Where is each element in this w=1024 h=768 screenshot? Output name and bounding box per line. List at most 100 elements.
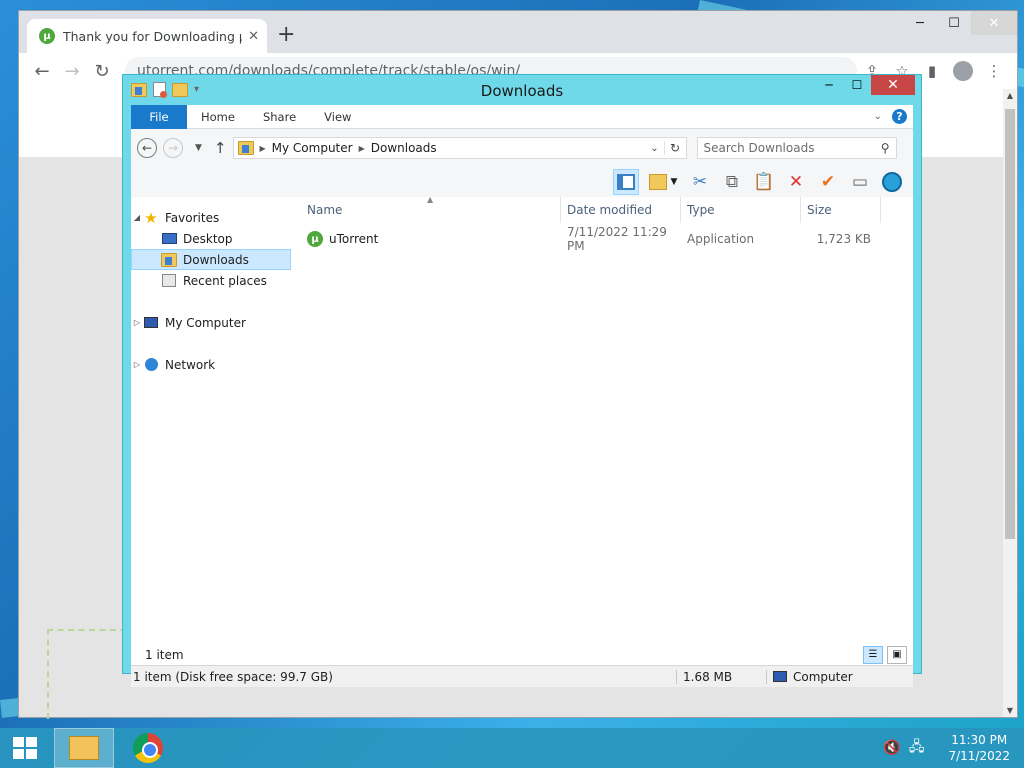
- nav-item-downloads[interactable]: Downloads: [131, 249, 291, 270]
- scroll-up-icon[interactable]: ▲: [1003, 91, 1017, 100]
- forward-arrow-icon[interactable]: →: [57, 61, 87, 82]
- file-type: Application: [687, 232, 755, 246]
- checkmark-icon[interactable]: ✔: [815, 169, 841, 195]
- breadcrumb-separator-icon[interactable]: ▶: [260, 144, 266, 153]
- column-headers: ▲ Name Date modified Type Size: [301, 195, 913, 223]
- nav-item-favorites[interactable]: ◢ ★ Favorites: [131, 207, 291, 228]
- file-row[interactable]: µ uTorrent 7/11/2022 11:29 PM Applicatio…: [301, 225, 913, 253]
- breadcrumb-separator-icon[interactable]: ▶: [359, 144, 365, 153]
- maximize-icon[interactable]: ☐: [937, 11, 971, 35]
- nav-item-recent-places[interactable]: Recent places: [131, 270, 291, 291]
- nav-label: Desktop: [183, 231, 233, 246]
- details-view-icon[interactable]: ☰: [863, 645, 883, 664]
- scrollbar-thumb[interactable]: [1005, 109, 1015, 539]
- file-size: 1,723 KB: [816, 232, 871, 246]
- back-arrow-icon[interactable]: ←: [27, 61, 57, 82]
- column-header-date[interactable]: Date modified: [561, 197, 681, 223]
- taskbar-chrome[interactable]: [118, 728, 178, 768]
- nav-item-my-computer[interactable]: ▷ My Computer: [131, 312, 291, 333]
- maximize-icon[interactable]: ☐: [843, 75, 871, 95]
- browser-tab[interactable]: µ Thank you for Downloading µTor ✕: [27, 19, 267, 53]
- menu-kebab-icon[interactable]: ⋮: [979, 62, 1009, 80]
- network-status-icon[interactable]: 🖧: [909, 736, 925, 760]
- file-explorer-icon: [69, 736, 99, 760]
- forward-icon[interactable]: →: [163, 138, 183, 158]
- column-header-size[interactable]: Size: [801, 197, 881, 223]
- breadcrumb-my-computer[interactable]: My Computer: [272, 141, 353, 155]
- back-icon[interactable]: ←: [137, 138, 157, 158]
- search-placeholder: Search Downloads: [703, 141, 815, 155]
- browser-window-controls: ─ ☐ ✕: [903, 11, 1017, 37]
- navigation-pane: ◢ ★ Favorites Desktop Downloads Recent p…: [131, 197, 291, 643]
- preview-pane-icon[interactable]: [613, 169, 639, 195]
- new-tab-button[interactable]: +: [277, 24, 295, 46]
- expanded-arrow-icon[interactable]: ◢: [131, 213, 143, 222]
- ribbon-tab-share[interactable]: Share: [249, 110, 310, 124]
- status-size: 1.68 MB: [677, 669, 767, 684]
- ribbon-tab-home[interactable]: Home: [187, 110, 249, 124]
- copy-icon[interactable]: ⧉: [719, 169, 745, 195]
- clock-time: 11:30 PM: [951, 733, 1008, 747]
- file-name: uTorrent: [329, 232, 379, 246]
- minimize-icon[interactable]: ─: [903, 11, 937, 35]
- ribbon-tabs: File Home Share View ⌄ ?: [131, 104, 913, 129]
- minimize-icon[interactable]: ─: [815, 75, 843, 95]
- recent-locations-icon[interactable]: ▼: [195, 143, 202, 153]
- page-scrollbar[interactable]: ▲ ▼: [1003, 89, 1017, 717]
- address-dropdown-icon[interactable]: ⌄: [646, 143, 664, 154]
- item-count: 1 item: [145, 647, 184, 662]
- profile-avatar-icon[interactable]: [953, 61, 973, 81]
- start-button[interactable]: [0, 728, 50, 768]
- nav-label: Favorites: [165, 210, 220, 225]
- system-tray: 🔇 🖧 11:30 PM 7/11/2022: [883, 732, 1024, 764]
- tab-close-icon[interactable]: ✕: [248, 29, 259, 44]
- file-list-pane: ▲ Name Date modified Type Size µ uTorren…: [301, 195, 913, 643]
- nav-label: Downloads: [183, 252, 249, 267]
- collapsed-arrow-icon[interactable]: ▷: [131, 360, 143, 369]
- up-arrow-icon[interactable]: ↑: [214, 139, 227, 157]
- paste-icon[interactable]: 📋: [751, 169, 777, 195]
- ribbon-tab-view[interactable]: View: [310, 110, 365, 124]
- nav-item-network[interactable]: ▷ Network: [131, 354, 291, 375]
- clock-date: 7/11/2022: [948, 749, 1010, 763]
- reload-icon[interactable]: ↻: [87, 61, 117, 82]
- computer-icon: [143, 316, 159, 330]
- ribbon-right: ⌄ ?: [874, 109, 913, 124]
- help-icon[interactable]: ?: [892, 109, 907, 124]
- scroll-down-icon[interactable]: ▼: [1003, 706, 1017, 715]
- star-icon: ★: [144, 208, 158, 227]
- nav-label: Network: [165, 357, 216, 372]
- tab-title: Thank you for Downloading µTor: [63, 28, 242, 44]
- search-input[interactable]: Search Downloads ⚲: [696, 137, 897, 159]
- column-header-type[interactable]: Type: [681, 197, 801, 223]
- explorer-title: Downloads: [480, 82, 564, 100]
- explorer-address-bar[interactable]: ▶ My Computer ▶ Downloads ⌄ ↻: [232, 137, 687, 159]
- explorer-window-controls: ─ ☐ ✕: [815, 75, 915, 95]
- close-icon[interactable]: ✕: [871, 75, 915, 95]
- explorer-titlebar[interactable]: ▾ Downloads ─ ☐ ✕: [123, 75, 921, 105]
- utorrent-favicon-icon: µ: [39, 28, 55, 44]
- windows-logo-icon: [13, 737, 37, 759]
- collapsed-arrow-icon[interactable]: ▷: [131, 318, 143, 327]
- status-info: 1 item (Disk free space: 99.7 GB): [131, 669, 677, 684]
- large-icons-view-icon[interactable]: ▣: [887, 645, 907, 664]
- close-icon[interactable]: ✕: [971, 11, 1017, 35]
- globe-icon[interactable]: [879, 169, 905, 195]
- taskbar-clock[interactable]: 11:30 PM 7/11/2022: [948, 732, 1010, 764]
- taskbar: 🔇 🖧 11:30 PM 7/11/2022: [0, 728, 1024, 768]
- cut-icon[interactable]: ✂: [687, 169, 713, 195]
- breadcrumb-downloads[interactable]: Downloads: [371, 141, 437, 155]
- utorrent-app-icon: µ: [307, 231, 323, 247]
- rename-icon[interactable]: ▭: [847, 169, 873, 195]
- taskbar-file-explorer[interactable]: [54, 728, 114, 768]
- delete-icon[interactable]: ✕: [783, 169, 809, 195]
- ribbon-expand-icon[interactable]: ⌄: [874, 111, 882, 122]
- nav-item-desktop[interactable]: Desktop: [131, 228, 291, 249]
- ribbon-tab-file[interactable]: File: [131, 104, 187, 129]
- command-bar: ▼ ✂ ⧉ 📋 ✕ ✔ ▭: [131, 167, 913, 197]
- folder-options-icon[interactable]: ▼: [645, 169, 681, 195]
- status-bar: 1 item (Disk free space: 99.7 GB) 1.68 M…: [131, 665, 913, 687]
- volume-muted-icon[interactable]: 🔇: [883, 740, 900, 756]
- search-icon[interactable]: ⚲: [881, 141, 890, 155]
- refresh-icon[interactable]: ↻: [663, 141, 686, 155]
